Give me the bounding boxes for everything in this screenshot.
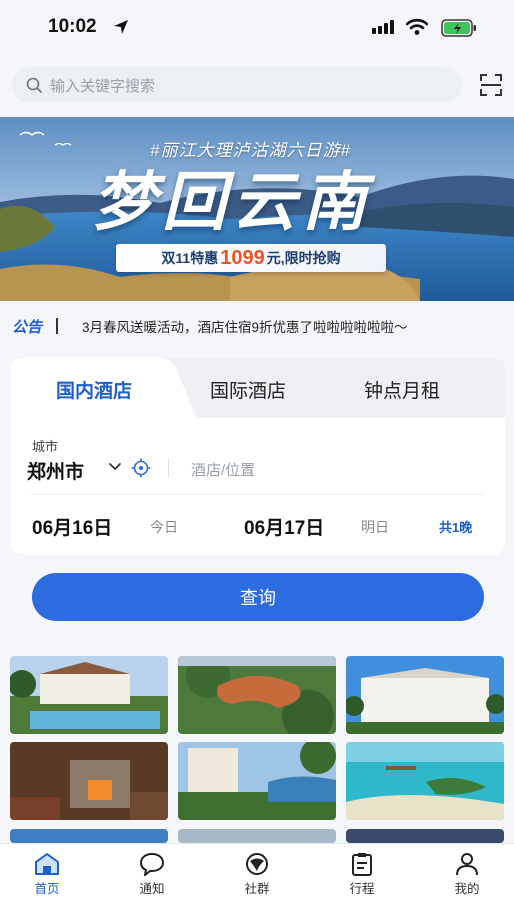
search-input[interactable]: 输入关键字搜索: [50, 75, 155, 96]
locate-icon[interactable]: [131, 458, 151, 478]
home-icon: [35, 853, 59, 875]
tabbar-label: 通知: [139, 882, 165, 896]
hotel-photo[interactable]: [10, 742, 168, 820]
tab-international-hotel[interactable]: 国际酒店: [210, 376, 286, 403]
notice-label: 公告: [12, 318, 43, 336]
hotel-photo[interactable]: [178, 829, 336, 843]
hotel-photo-image: [346, 742, 504, 820]
chat-bubble-icon: [139, 852, 165, 876]
hotel-photo[interactable]: [10, 656, 168, 734]
search-icon: [26, 77, 42, 93]
notice-bar[interactable]: 公告 3月春风送暖活动，酒店住宿9折优惠了啦啦啦啦啦啦～: [0, 307, 514, 345]
scan-icon[interactable]: [480, 74, 502, 96]
hotel-photo-image: [178, 656, 336, 734]
checkout-day-tag: 明日: [361, 519, 389, 535]
promo-pre-text: 双11特惠: [161, 250, 219, 266]
hotel-photo-image: [178, 742, 336, 820]
hotel-location-input[interactable]: 酒店/位置: [191, 459, 255, 480]
hotel-photo[interactable]: [178, 656, 336, 734]
notice-separator: [56, 318, 59, 334]
hotel-photo-image: [346, 829, 504, 843]
city-selector[interactable]: 郑州市: [27, 457, 84, 484]
status-bar: 10:02: [0, 0, 514, 58]
signal-icon: [372, 20, 394, 34]
city-label: 城市: [32, 439, 59, 454]
tabbar-item-notifications[interactable]: 通知: [117, 844, 187, 904]
row-divider: [31, 494, 483, 495]
promo-price: 1099: [220, 246, 265, 269]
tabbar-item-itinerary[interactable]: 行程: [327, 844, 397, 904]
checkin-day-tag: 今日: [150, 519, 178, 535]
query-button[interactable]: 查询: [32, 573, 484, 621]
search-bar[interactable]: 输入关键字搜索: [12, 67, 462, 103]
banner-title: 梦回云南: [92, 165, 372, 240]
hotel-photo[interactable]: [346, 829, 504, 843]
location-arrow-icon: [114, 20, 128, 34]
hotel-photo-image: [10, 742, 168, 820]
hotel-photo-image: [10, 656, 168, 734]
hotel-photo[interactable]: [10, 829, 168, 843]
tabbar-item-home[interactable]: 首页: [12, 844, 82, 904]
bottom-tab-bar: 首页 通知 社群 行程 我的: [0, 843, 514, 908]
field-divider: [168, 459, 169, 477]
chevron-down-icon[interactable]: [108, 462, 122, 472]
checkout-date[interactable]: 06月17日: [244, 513, 324, 540]
tabbar-item-community[interactable]: 社群: [222, 844, 292, 904]
user-icon: [456, 853, 478, 876]
tabbar-label: 首页: [34, 882, 60, 896]
hotel-photo-image: [178, 829, 336, 843]
hotel-photo-image: [346, 656, 504, 734]
checkin-date[interactable]: 06月16日: [32, 513, 112, 540]
tabbar-label: 行程: [349, 882, 375, 896]
nights-count: 共1晚: [439, 520, 473, 535]
tabbar-label: 社群: [244, 882, 270, 896]
tabbar-item-profile[interactable]: 我的: [432, 844, 502, 904]
hotel-photo-image: [10, 829, 168, 843]
hotel-photo[interactable]: [178, 742, 336, 820]
clipboard-icon: [352, 853, 372, 876]
hotel-type-tabs: 国内酒店 国际酒店 钟点月租: [11, 358, 505, 420]
tabbar-label: 我的: [454, 882, 480, 896]
status-time: 10:02: [48, 16, 97, 37]
tab-hourly-monthly[interactable]: 钟点月租: [364, 376, 440, 403]
hotel-photo[interactable]: [346, 742, 504, 820]
hotel-photo[interactable]: [346, 656, 504, 734]
tab-domestic-hotel[interactable]: 国内酒店: [56, 376, 132, 403]
community-icon: [246, 853, 268, 875]
promo-post-text: 元,限时抢购: [266, 250, 341, 266]
booking-card: 国内酒店 国际酒店 钟点月租 城市 郑州市 酒店/位置 06月16日 今日 06…: [11, 358, 505, 554]
battery-icon: [441, 19, 476, 37]
banner-promo: 双11特惠 1099 元,限时抢购: [116, 244, 386, 272]
promo-banner[interactable]: #丽江大理泸沽湖六日游# 梦回云南 双11特惠 1099 元,限时抢购: [0, 117, 514, 301]
notice-text: 3月春风送暖活动，酒店住宿9折优惠了啦啦啦啦啦啦～: [82, 320, 408, 335]
wifi-icon: [406, 18, 428, 35]
